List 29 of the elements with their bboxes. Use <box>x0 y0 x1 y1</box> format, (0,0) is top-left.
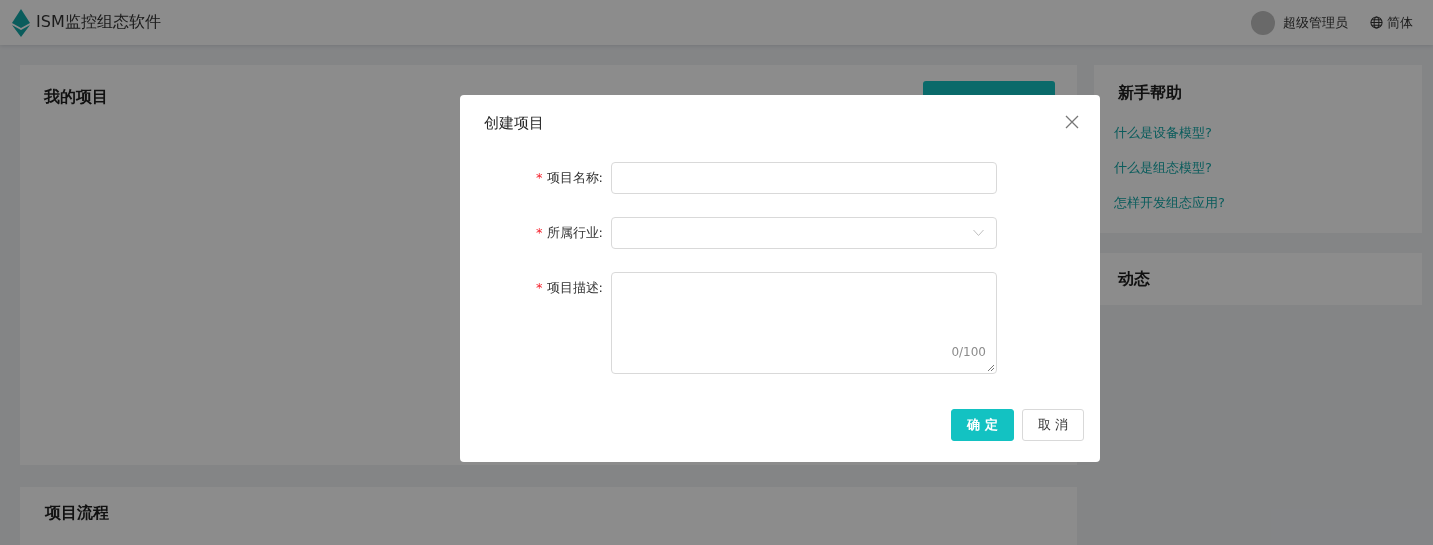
chevron-down-icon <box>973 229 984 237</box>
required-mark: * <box>536 170 543 185</box>
field-label: 项目描述: <box>546 280 603 295</box>
field-label: 所属行业: <box>546 225 603 240</box>
textarea-field[interactable]: 0/100 <box>611 272 997 374</box>
card-title: 动态 <box>1118 269 1150 288</box>
card-title: 我的项目 <box>44 87 108 108</box>
close-icon[interactable] <box>1065 115 1079 129</box>
field-label: 项目名称: <box>546 170 603 185</box>
resize-grip-icon <box>987 364 995 372</box>
globe-icon <box>1370 16 1383 29</box>
cancel-button[interactable]: 取 消 <box>1021 409 1084 441</box>
dialog-title: 创建项目 <box>484 114 544 133</box>
confirm-button[interactable]: 确 定 <box>951 409 1014 441</box>
language-menu[interactable]: 简体 <box>1370 13 1413 32</box>
card-title: 新手帮助 <box>1118 83 1183 104</box>
diamond-logo-icon <box>12 8 30 37</box>
char-counter: 0/100 <box>951 345 986 359</box>
select-field[interactable] <box>611 217 997 249</box>
card-title: 项目流程 <box>45 503 109 522</box>
required-mark: * <box>536 280 543 295</box>
user-name[interactable]: 超级管理员 <box>1283 13 1348 32</box>
avatar[interactable] <box>1251 10 1275 35</box>
help-link[interactable]: 什么是组态模型? <box>1114 159 1398 177</box>
app-name: ISM监控组态软件 <box>36 12 161 33</box>
help-link[interactable]: 什么是设备模型? <box>1114 124 1398 142</box>
input-field[interactable] <box>611 162 997 194</box>
required-mark: * <box>536 225 543 240</box>
help-link[interactable]: 怎样开发组态应用? <box>1114 194 1398 212</box>
